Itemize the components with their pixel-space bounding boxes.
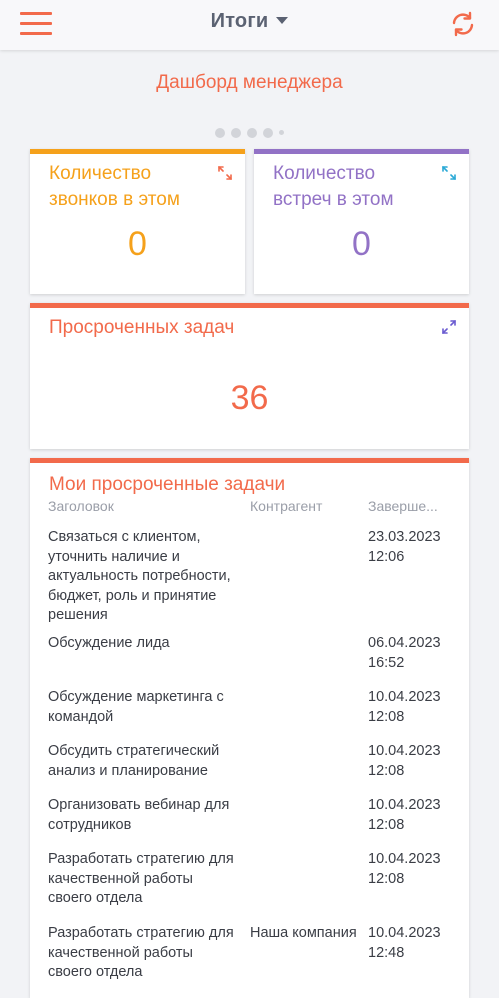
widget-title-line: звонков в этом bbox=[49, 189, 180, 210]
widget-accent-bar bbox=[254, 149, 469, 154]
table-row[interactable]: Обсуждение лида 06.04.2023 16:52 bbox=[30, 626, 469, 680]
task-due-time: 12:08 bbox=[368, 762, 405, 779]
table-row[interactable]: Разработать стратегию для качественной р… bbox=[30, 916, 469, 990]
task-title: Разработать стратегию для качественной р… bbox=[48, 925, 234, 980]
table-row[interactable]: Обсуждение маркетинга с командой 10.04.2… bbox=[30, 680, 469, 734]
task-due-time: 12:08 bbox=[368, 708, 405, 725]
page-dot[interactable] bbox=[279, 130, 284, 136]
task-title: Обсудить стратегический анализ и планиро… bbox=[48, 743, 220, 779]
task-due: 10.04.2023 12:08 bbox=[368, 850, 463, 889]
page-dot[interactable] bbox=[263, 127, 273, 138]
task-title: Обсуждение маркетинга с командой bbox=[48, 689, 224, 725]
expand-icon[interactable] bbox=[442, 166, 456, 180]
widget-title-line: Количество bbox=[273, 163, 376, 184]
column-header-title[interactable]: Заголовок bbox=[48, 498, 114, 514]
header-title: Итоги bbox=[210, 10, 269, 32]
task-due-time: 12:06 bbox=[368, 548, 405, 565]
widget-title: Количество встреч в этом bbox=[273, 161, 394, 213]
task-due-date: 10.04.2023 bbox=[368, 743, 441, 759]
page-dot[interactable] bbox=[247, 127, 257, 138]
task-due: 10.04.2023 12:48 bbox=[368, 924, 463, 963]
overdue-tasks-widget[interactable]: Просроченных задач 36 bbox=[30, 303, 469, 449]
caret-down-icon bbox=[276, 17, 289, 25]
table-row[interactable]: Организовать вебинар для сотрудников 10.… bbox=[30, 788, 469, 842]
widget-title: Просроченных задач bbox=[49, 317, 235, 338]
meetings-count-widget[interactable]: Количество встреч в этом 0 bbox=[254, 149, 469, 294]
page-indicator bbox=[0, 124, 499, 138]
widget-title-line: встреч в этом bbox=[273, 189, 394, 210]
top-app-bar: Итоги bbox=[0, 0, 499, 50]
task-due: 10.04.2023 12:08 bbox=[368, 688, 463, 727]
task-due-date: 10.04.2023 bbox=[368, 851, 441, 867]
tasks-table-body: Связаться с клиентом, уточнить наличие и… bbox=[30, 520, 469, 990]
task-due-time: 16:52 bbox=[368, 654, 405, 671]
task-due-date: 23.03.2023 bbox=[368, 529, 441, 545]
table-row[interactable]: Обсудить стратегический анализ и планиро… bbox=[30, 734, 469, 788]
task-title: Организовать вебинар для сотрудников bbox=[48, 797, 230, 833]
task-title: Разработать стратегию для качественной р… bbox=[48, 851, 234, 906]
widget-value: 0 bbox=[352, 225, 371, 263]
task-due-date: 06.04.2023 bbox=[368, 635, 441, 651]
widget-value: 36 bbox=[230, 379, 269, 417]
task-due: 23.03.2023 12:06 bbox=[368, 528, 463, 567]
table-row[interactable]: Разработать стратегию для качественной р… bbox=[30, 842, 469, 916]
dashboard-title: Дашборд менеджера bbox=[156, 72, 343, 93]
column-header-completion[interactable]: Заверше... bbox=[368, 498, 438, 514]
widget-title: Количество звонков в этом bbox=[49, 161, 180, 213]
task-due-time: 12:08 bbox=[368, 816, 405, 833]
task-title: Обсуждение лида bbox=[48, 635, 170, 651]
widget-accent-bar bbox=[30, 458, 469, 463]
calls-count-widget[interactable]: Количество звонков в этом 0 bbox=[30, 149, 245, 294]
task-contractor: Наша компания bbox=[250, 925, 357, 941]
column-header-contractor[interactable]: Контрагент bbox=[250, 498, 322, 514]
widget-title: Мои просроченные задачи bbox=[49, 474, 286, 495]
page-dot[interactable] bbox=[215, 127, 225, 138]
task-due-date: 10.04.2023 bbox=[368, 925, 441, 941]
widget-value: 0 bbox=[128, 225, 147, 263]
expand-icon[interactable] bbox=[218, 166, 232, 180]
task-due-date: 10.04.2023 bbox=[368, 689, 441, 705]
refresh-icon[interactable] bbox=[449, 10, 477, 38]
widget-accent-bar bbox=[30, 303, 469, 308]
task-due: 06.04.2023 16:52 bbox=[368, 634, 463, 673]
page-dot[interactable] bbox=[231, 127, 241, 138]
task-due: 10.04.2023 12:08 bbox=[368, 742, 463, 781]
task-due-date: 10.04.2023 bbox=[368, 797, 441, 813]
task-due: 10.04.2023 12:08 bbox=[368, 796, 463, 835]
widget-accent-bar bbox=[30, 149, 245, 154]
expand-icon[interactable] bbox=[442, 320, 456, 334]
table-row[interactable]: Связаться с клиентом, уточнить наличие и… bbox=[30, 520, 469, 626]
task-title: Связаться с клиентом, уточнить наличие и… bbox=[48, 529, 231, 623]
widget-title-line: Количество bbox=[49, 163, 152, 184]
task-due-time: 12:08 bbox=[368, 870, 405, 887]
section-selector[interactable]: Итоги bbox=[0, 10, 499, 33]
task-due-time: 12:48 bbox=[368, 944, 405, 961]
